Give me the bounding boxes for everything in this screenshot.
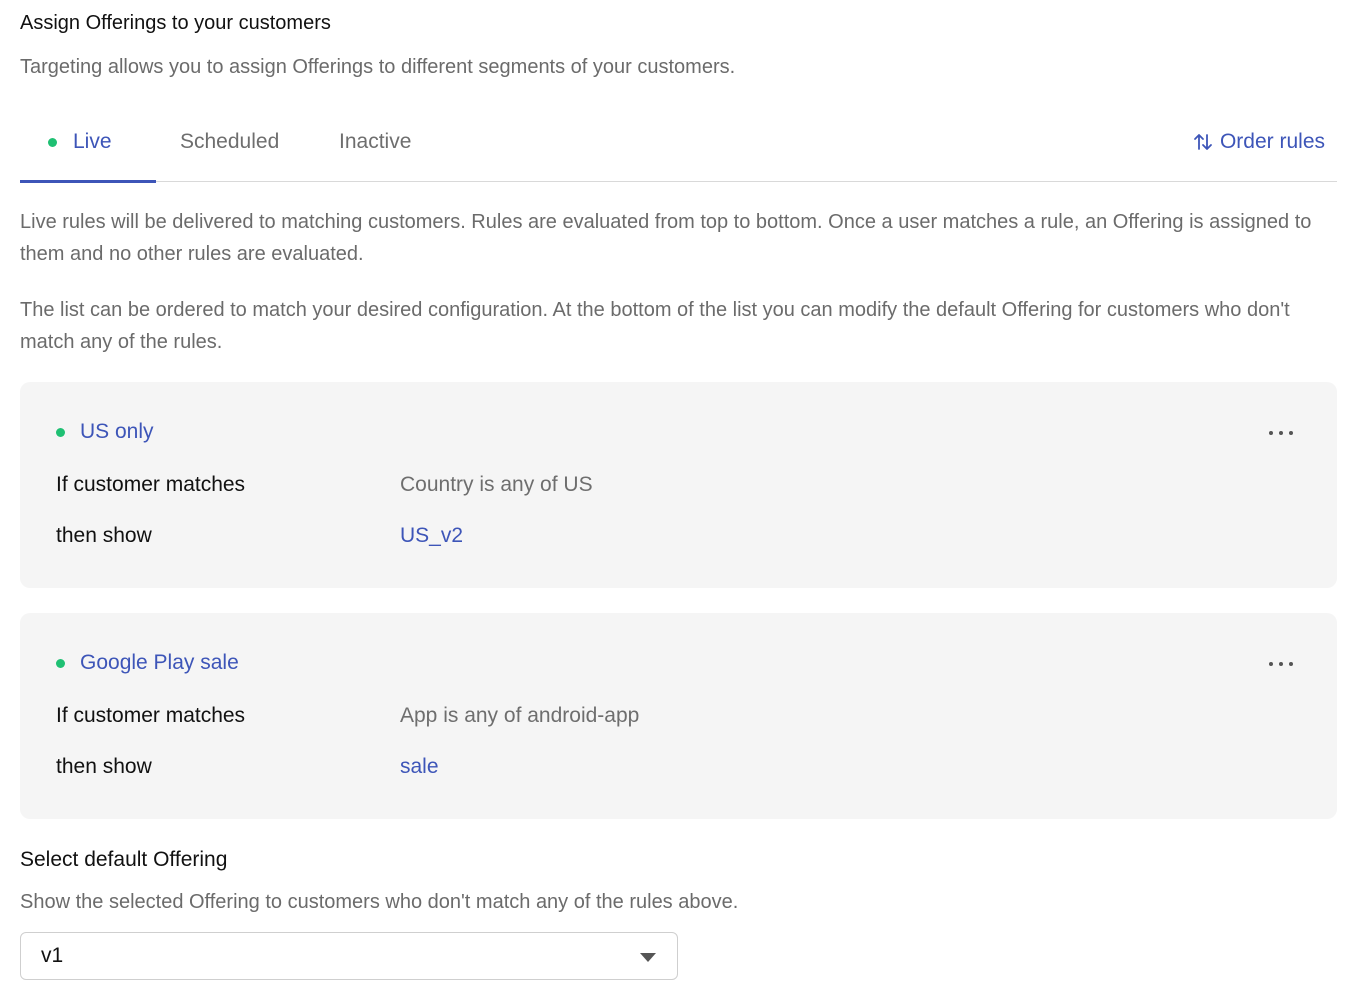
default-offering-title: Select default Offering	[20, 848, 228, 871]
selected-offering: v1	[41, 944, 64, 967]
active-tab-indicator	[20, 180, 156, 183]
tab-scheduled[interactable]: Scheduled	[180, 130, 279, 154]
tab-live[interactable]: Live	[48, 130, 112, 154]
action-label: then show	[56, 524, 152, 547]
offering-link[interactable]: sale	[400, 755, 439, 779]
page-title: Assign Offerings to your customers	[20, 12, 331, 34]
offering-link[interactable]: US_v2	[400, 524, 463, 548]
rule-name: US only	[80, 420, 154, 443]
order-rules-label: Order rules	[1219, 130, 1325, 153]
order-rules-button[interactable]: Order rules	[1193, 130, 1325, 154]
sort-arrows-icon	[1194, 134, 1212, 150]
condition-label: If customer matches	[56, 473, 246, 496]
more-options-icon[interactable]	[1269, 657, 1293, 671]
live-rules-description: Live rules will be delivered to matching…	[20, 211, 1312, 265]
default-offering-select[interactable]: v1	[20, 932, 678, 980]
condition-value: App is any of android-app	[400, 704, 640, 727]
default-offering-description: Show the selected Offering to customers …	[20, 891, 739, 913]
tab-live-label: Live	[73, 130, 112, 153]
live-status-dot	[56, 658, 65, 668]
more-options-icon[interactable]	[1269, 426, 1293, 440]
page-subtitle: Targeting allows you to assign Offerings…	[20, 56, 736, 78]
rule-name-link[interactable]: US only	[56, 420, 154, 444]
rule-card: US only If customer matches Country is a…	[20, 382, 1337, 588]
chevron-down-icon	[640, 953, 656, 962]
ordering-description: The list can be ordered to match your de…	[20, 299, 1290, 353]
rule-card: Google Play sale If customer matches App…	[20, 613, 1337, 819]
status-tabs: Live Scheduled Inactive Order rules	[20, 116, 1337, 183]
rule-name-link[interactable]: Google Play sale	[56, 651, 239, 675]
condition-value: Country is any of US	[400, 473, 593, 496]
action-label: then show	[56, 755, 152, 778]
live-status-dot	[56, 427, 65, 437]
live-status-dot	[48, 137, 57, 147]
condition-label: If customer matches	[56, 704, 246, 727]
rule-name: Google Play sale	[80, 651, 239, 674]
tab-inactive[interactable]: Inactive	[339, 130, 411, 154]
